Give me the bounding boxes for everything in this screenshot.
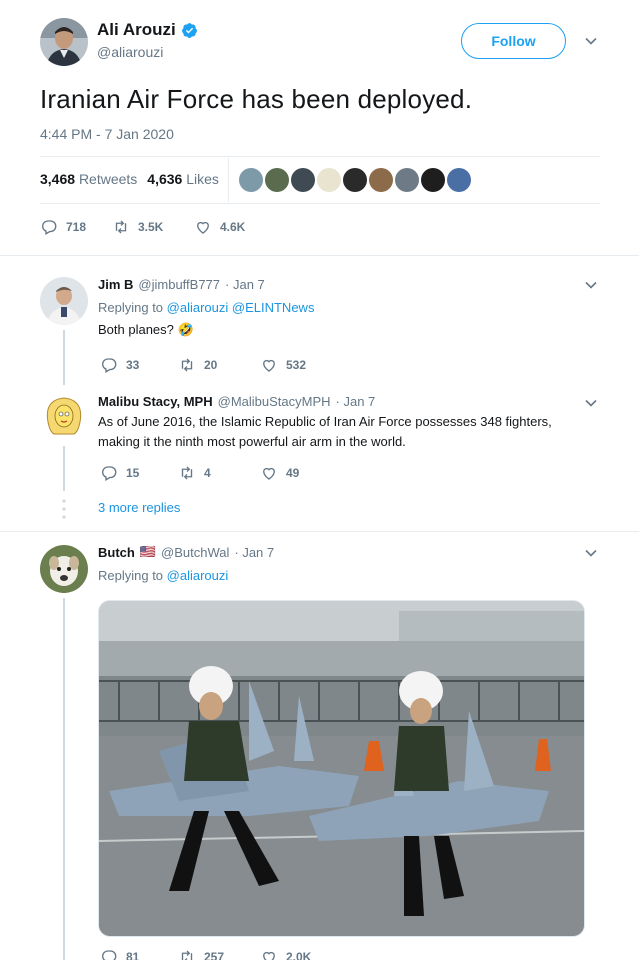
- like-action[interactable]: 49: [260, 464, 340, 482]
- liker-avatar[interactable]: [317, 168, 341, 192]
- section-divider: [0, 255, 639, 256]
- liker-avatar[interactable]: [447, 168, 471, 192]
- divider: [40, 203, 600, 204]
- chevron-down-icon[interactable]: [584, 278, 598, 295]
- reply-action[interactable]: 15: [100, 464, 178, 482]
- tweet-timestamp[interactable]: 4:44 PM - 7 Jan 2020: [40, 126, 174, 142]
- retweet-icon: [181, 358, 193, 372]
- author-handle[interactable]: @aliarouzi: [97, 44, 163, 60]
- reply-date[interactable]: · Jan 7: [225, 277, 265, 292]
- section-divider: [0, 531, 639, 532]
- reply-author-name[interactable]: Malibu Stacy, MPH: [98, 394, 213, 409]
- liker-avatar[interactable]: [239, 168, 263, 192]
- like-icon: [197, 221, 209, 234]
- reply-author-name[interactable]: Jim B: [98, 277, 133, 292]
- liker-avatar[interactable]: [395, 168, 419, 192]
- reply-date[interactable]: · Jan 7: [234, 545, 274, 560]
- liker-avatar[interactable]: [421, 168, 445, 192]
- divider: [40, 156, 600, 157]
- reply-date[interactable]: · Jan 7: [336, 394, 376, 409]
- replying-to: Replying to @aliarouzi @ELINTNews: [98, 300, 315, 315]
- reply-actions: 15 4 49: [100, 464, 340, 482]
- reply-photo[interactable]: [98, 600, 585, 937]
- like-icon: [263, 467, 275, 480]
- tweet-actions: 718 3.5K 4.6K: [40, 218, 274, 236]
- reply-avatar[interactable]: [40, 545, 88, 593]
- reply-author-name[interactable]: Butch: [98, 545, 135, 560]
- like-icon: [263, 951, 275, 960]
- retweets-stat[interactable]: 3,468 Retweets: [40, 171, 137, 187]
- chevron-down-icon[interactable]: [584, 546, 598, 563]
- like-action[interactable]: 4.6K: [194, 218, 274, 236]
- retweet-icon: [181, 466, 193, 480]
- reply-icon: [102, 466, 117, 481]
- tweet-text: Iranian Air Force has been deployed.: [40, 84, 473, 114]
- reply-text: As of June 2016, the Islamic Republic of…: [98, 414, 552, 449]
- replying-to: Replying to @aliarouzi: [98, 568, 229, 583]
- reply-header: Butch 🇺🇸 @ButchWal · Jan 7: [98, 544, 274, 560]
- liker-avatar[interactable]: [343, 168, 367, 192]
- reply-actions: 81 257 2.0K: [100, 948, 340, 960]
- retweet-action[interactable]: 4: [178, 464, 260, 482]
- reply-text: Both planes? 🤣: [98, 322, 194, 337]
- reply-avatar[interactable]: [40, 277, 88, 325]
- liker-avatars: [228, 158, 471, 202]
- like-icon: [263, 359, 275, 372]
- more-replies-link[interactable]: 3 more replies: [98, 500, 180, 515]
- reply-icon: [102, 358, 117, 373]
- reply-action[interactable]: 718: [40, 218, 112, 236]
- thread-dots: [61, 498, 67, 520]
- retweet-icon: [115, 220, 127, 234]
- reply-actions: 33 20 532: [100, 356, 340, 374]
- reply-author-handle[interactable]: @ButchWal: [161, 545, 229, 560]
- thread-line: [63, 446, 65, 491]
- thread-line: [63, 598, 65, 960]
- flag-icon: 🇺🇸: [139, 544, 157, 559]
- engagement-stats: 3,468 Retweets 4,636 Likes: [40, 171, 219, 187]
- author-name[interactable]: Ali Arouzi: [97, 20, 198, 40]
- liker-avatar[interactable]: [265, 168, 289, 192]
- liker-avatar[interactable]: [291, 168, 315, 192]
- retweet-action[interactable]: 257: [178, 948, 260, 960]
- liker-avatar[interactable]: [369, 168, 393, 192]
- mention-link[interactable]: @aliarouzi: [167, 568, 229, 583]
- chevron-down-icon[interactable]: [584, 396, 598, 413]
- verified-badge-icon: [181, 22, 197, 38]
- reply-icon: [42, 220, 57, 235]
- reply-avatar[interactable]: [40, 392, 88, 440]
- like-action[interactable]: 532: [260, 356, 340, 374]
- mention-link[interactable]: @aliarouzi @ELINTNews: [167, 300, 315, 315]
- reply-header: Jim B @jimbuffB777 · Jan 7: [98, 277, 265, 292]
- reply-header: Malibu Stacy, MPH @MalibuStacyMPH · Jan …: [98, 394, 375, 409]
- reply-icon: [102, 950, 117, 960]
- reply-action[interactable]: 81: [100, 948, 178, 960]
- reply-author-handle[interactable]: @MalibuStacyMPH: [218, 394, 331, 409]
- author-avatar[interactable]: [40, 18, 88, 66]
- chevron-down-icon[interactable]: [584, 34, 598, 51]
- retweet-icon: [181, 950, 193, 960]
- likes-stat[interactable]: 4,636 Likes: [147, 171, 219, 187]
- thread-line: [63, 330, 65, 385]
- retweet-action[interactable]: 3.5K: [112, 218, 194, 236]
- reply-author-handle[interactable]: @jimbuffB777: [138, 277, 220, 292]
- like-action[interactable]: 2.0K: [260, 948, 340, 960]
- reply-action[interactable]: 33: [100, 356, 178, 374]
- follow-button[interactable]: Follow: [461, 23, 566, 59]
- retweet-action[interactable]: 20: [178, 356, 260, 374]
